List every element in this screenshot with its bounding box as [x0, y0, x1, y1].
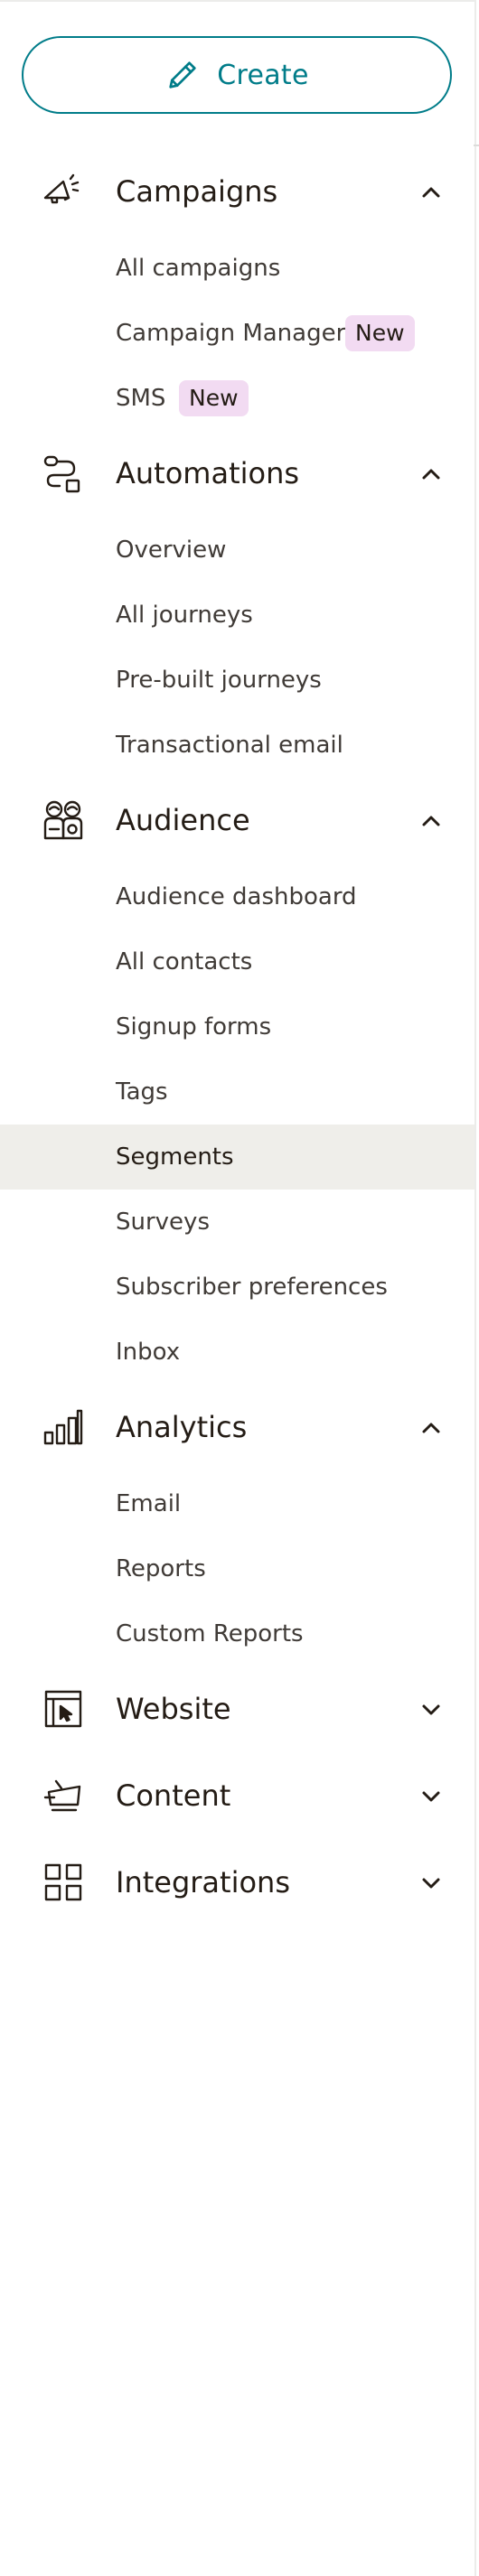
nav-item-label: All journeys	[116, 602, 253, 629]
nav-item-label: All contacts	[116, 948, 253, 975]
nav-item-label: SMS	[116, 385, 166, 412]
new-badge: New	[179, 380, 249, 416]
nav-item-label: Audience dashboard	[116, 883, 357, 910]
nav-item-label: Custom Reports	[116, 1620, 304, 1647]
nav-item-overview[interactable]: Overview	[0, 518, 474, 583]
nav-section-audience[interactable]: Audience	[0, 789, 474, 852]
chevron-up-icon[interactable]	[419, 462, 443, 486]
nav-section-automations[interactable]: Automations	[0, 442, 474, 505]
nav-item-label: Email	[116, 1490, 182, 1517]
nav-item-label: Surveys	[116, 1209, 210, 1236]
nav-item-all-journeys[interactable]: All journeys	[0, 583, 474, 648]
nav-section-label: Audience	[116, 803, 250, 837]
content-icon	[42, 1774, 85, 1817]
nav-section-integrations[interactable]: Integrations	[0, 1851, 474, 1914]
nav-section-label: Automations	[116, 456, 300, 490]
create-button-label: Create	[217, 59, 309, 91]
nav-item-label: Campaign Manager	[116, 320, 346, 347]
top-divider	[0, 0, 474, 2]
nav-section-website[interactable]: Website	[0, 1677, 474, 1741]
nav-section-analytics[interactable]: Analytics	[0, 1395, 474, 1459]
nav-section-content[interactable]: Content	[0, 1764, 474, 1827]
nav-item-campaign-manager[interactable]: Campaign Manager New	[0, 301, 474, 366]
nav-item-label: Transactional email	[116, 732, 343, 759]
website-cursor-icon	[42, 1687, 85, 1731]
chevron-up-icon[interactable]	[419, 1416, 443, 1440]
nav-item-label: Segments	[116, 1143, 234, 1171]
nav-section-label: Analytics	[116, 1410, 248, 1444]
nav-item-label: Overview	[116, 537, 227, 564]
grid-icon	[42, 1861, 85, 1904]
nav-item-label: Subscriber preferences	[116, 1274, 388, 1301]
sidebar-nav: Create Campaigns All campaigns Campaign …	[0, 0, 476, 2576]
nav-item-label: All campaigns	[116, 255, 281, 282]
nav-item-segments[interactable]: Segments	[0, 1125, 474, 1190]
bar-chart-icon	[42, 1405, 85, 1449]
nav-item-email[interactable]: Email	[0, 1471, 474, 1536]
nav-item-all-campaigns[interactable]: All campaigns	[0, 236, 474, 301]
scrollbar-track-mark	[474, 145, 479, 146]
journey-path-icon	[42, 452, 85, 495]
chevron-up-icon[interactable]	[419, 809, 443, 833]
nav-item-signup-forms[interactable]: Signup forms	[0, 994, 474, 1059]
chevron-up-icon[interactable]	[419, 181, 443, 204]
nav-section-label: Website	[116, 1692, 231, 1726]
nav-item-label: Signup forms	[116, 1013, 272, 1041]
nav-section-label: Campaigns	[116, 174, 278, 209]
nav-item-label: Pre-built journeys	[116, 667, 322, 694]
nav-section-label: Integrations	[116, 1865, 290, 1899]
nav-item-label: Reports	[116, 1555, 206, 1582]
nav-item-reports[interactable]: Reports	[0, 1536, 474, 1601]
nav-item-subscriber-preferences[interactable]: Subscriber preferences	[0, 1255, 474, 1320]
chevron-down-icon[interactable]	[419, 1785, 443, 1808]
new-badge: New	[345, 315, 415, 351]
nav-item-audience-dashboard[interactable]: Audience dashboard	[0, 864, 474, 929]
nav-item-custom-reports[interactable]: Custom Reports	[0, 1601, 474, 1666]
nav-item-label: Inbox	[116, 1339, 181, 1366]
nav-section-label: Content	[116, 1778, 231, 1813]
nav-item-sms[interactable]: SMS New	[0, 366, 474, 431]
nav-item-surveys[interactable]: Surveys	[0, 1190, 474, 1255]
chevron-down-icon[interactable]	[419, 1698, 443, 1722]
nav-item-inbox[interactable]: Inbox	[0, 1320, 474, 1385]
nav-item-label: Tags	[116, 1078, 168, 1106]
people-icon	[42, 798, 85, 842]
chevron-down-icon[interactable]	[419, 1871, 443, 1895]
nav-item-transactional-email[interactable]: Transactional email	[0, 713, 474, 778]
create-button[interactable]: Create	[22, 36, 452, 114]
nav-item-tags[interactable]: Tags	[0, 1059, 474, 1125]
nav-section-campaigns[interactable]: Campaigns	[0, 160, 474, 223]
nav-item-all-contacts[interactable]: All contacts	[0, 929, 474, 994]
megaphone-icon	[42, 170, 85, 213]
pencil-icon	[164, 57, 201, 93]
nav-item-pre-built-journeys[interactable]: Pre-built journeys	[0, 648, 474, 713]
